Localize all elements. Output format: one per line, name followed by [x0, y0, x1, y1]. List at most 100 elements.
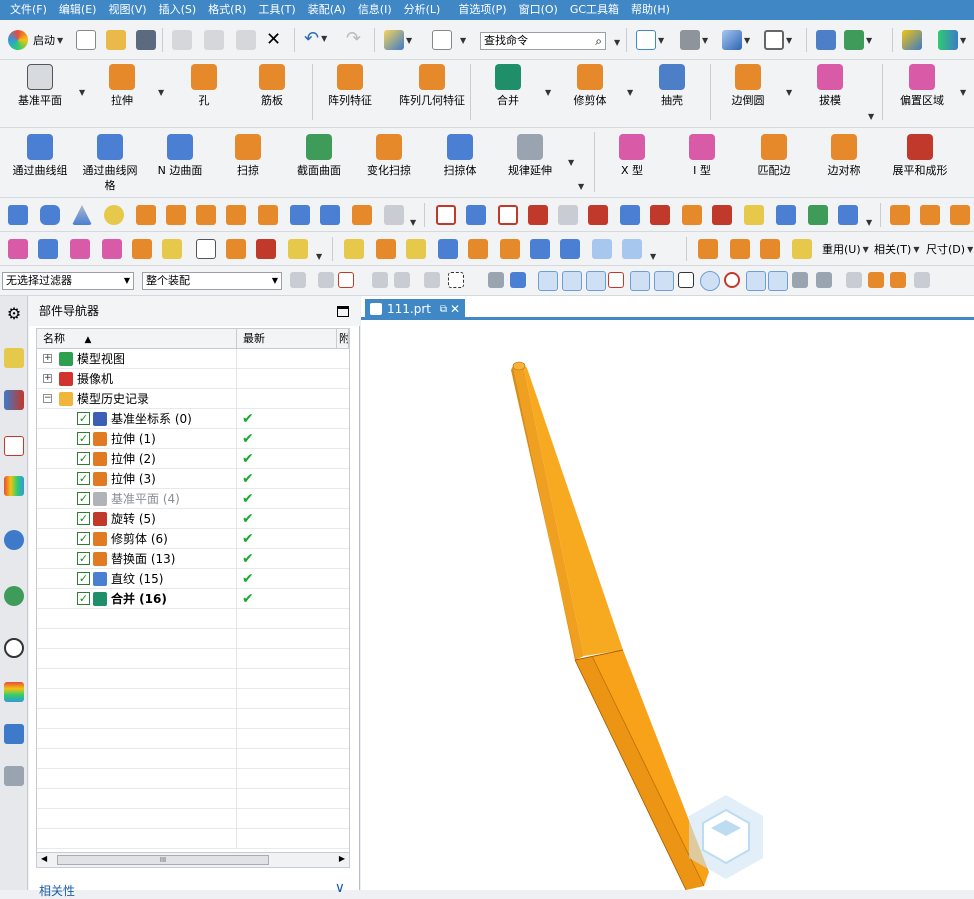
trim-body-button[interactable]: 修剪体: [562, 64, 618, 108]
sew-icon[interactable]: [344, 239, 364, 259]
shell-button[interactable]: 抽壳: [646, 64, 698, 108]
cylinder-icon[interactable]: [40, 205, 60, 225]
scroll-left-icon[interactable]: ◀: [41, 854, 47, 863]
isoparametric-curve-icon[interactable]: [558, 205, 578, 225]
fit-surface-icon[interactable]: [38, 239, 58, 259]
pattern-feature-button[interactable]: 阵列特征: [322, 64, 378, 108]
tree-node[interactable]: ✓ 修剪体 (6) ✔: [37, 529, 349, 549]
assembly-navigator-icon[interactable]: [4, 348, 24, 368]
snap-tangent-icon[interactable]: [678, 272, 694, 288]
variable-offset-icon[interactable]: [438, 239, 458, 259]
array-icon[interactable]: [950, 205, 970, 225]
selection-scope-select[interactable]: 整个装配 ▼: [142, 272, 282, 290]
view-layer-icon[interactable]: [846, 272, 862, 288]
replace-face-tool-icon[interactable]: [792, 239, 812, 259]
shield-face-icon[interactable]: [500, 239, 520, 259]
gear-icon[interactable]: ⚙: [4, 304, 24, 324]
cone-icon[interactable]: [72, 205, 92, 225]
tree-node[interactable]: ✓ 拉伸 (3) ✔: [37, 469, 349, 489]
reuse-library-icon[interactable]: [4, 476, 24, 496]
hole-button[interactable]: 孔: [178, 64, 230, 108]
pattern-face-icon[interactable]: [920, 205, 940, 225]
flatten-form-button[interactable]: 展平和成形: [886, 134, 954, 178]
render-style-button[interactable]: ▼: [680, 30, 708, 50]
pad-icon[interactable]: [196, 205, 216, 225]
expand-icon[interactable]: +: [43, 354, 52, 363]
rib-button[interactable]: 筋板: [246, 64, 298, 108]
tree-node[interactable]: ✓ 基准坐标系 (0) ✔: [37, 409, 349, 429]
chevron-down-icon[interactable]: ∨: [335, 880, 345, 896]
midsurface-icon[interactable]: [196, 239, 216, 259]
model-canvas[interactable]: [361, 320, 974, 890]
snap-on-curve-icon[interactable]: [768, 271, 788, 291]
visibility-checkbox[interactable]: ✓: [77, 432, 90, 445]
tree-node[interactable]: ✓ 旋转 (5) ✔: [37, 509, 349, 529]
groove-icon[interactable]: [258, 205, 278, 225]
tree-node[interactable]: − 模型历史记录: [37, 389, 349, 409]
maximize-icon[interactable]: [337, 306, 349, 317]
close-icon[interactable]: ✕: [450, 299, 460, 320]
visibility-checkbox[interactable]: ✓: [77, 492, 90, 505]
save-icon[interactable]: [136, 30, 156, 50]
collapse-icon[interactable]: −: [43, 394, 52, 403]
trim-sheet-icon[interactable]: [256, 239, 276, 259]
expand-icon[interactable]: +: [43, 374, 52, 383]
select-body-icon[interactable]: [488, 272, 504, 288]
edge-symmetry-button[interactable]: 边对称: [816, 134, 872, 178]
extend-sheet-icon[interactable]: [226, 239, 246, 259]
tree-node[interactable]: ✓ 拉伸 (1) ✔: [37, 429, 349, 449]
snap-face-icon[interactable]: [792, 272, 808, 288]
analysis-icon[interactable]: [890, 272, 906, 288]
constraint-navigator-icon[interactable]: [4, 390, 24, 410]
snap-line-icon[interactable]: [586, 271, 606, 291]
snap-icon[interactable]: [372, 272, 388, 288]
dart-icon[interactable]: [290, 205, 310, 225]
open-file-icon[interactable]: [106, 30, 126, 50]
menu-item-3[interactable]: 插入(S): [153, 0, 203, 20]
patch-icon[interactable]: [102, 239, 122, 259]
pocket-icon[interactable]: [166, 205, 186, 225]
hex-shape-icon[interactable]: [622, 239, 642, 259]
edge-blend-button[interactable]: 边倒圆: [720, 64, 776, 108]
extract-curve-icon[interactable]: [620, 205, 640, 225]
visibility-checkbox[interactable]: ✓: [77, 592, 90, 605]
edit-section-button[interactable]: ▼: [844, 30, 872, 50]
visibility-checkbox[interactable]: ✓: [77, 572, 90, 585]
window-button[interactable]: ▼: [432, 30, 466, 50]
tree-node[interactable]: ✓ 拉伸 (2) ✔: [37, 449, 349, 469]
pattern-geometry-button[interactable]: 阵列几何特征: [398, 64, 466, 108]
filter-icon[interactable]: [318, 272, 334, 288]
snap-existing-point-icon[interactable]: [746, 271, 766, 291]
scroll-right-icon[interactable]: ▶: [339, 854, 345, 863]
visibility-checkbox[interactable]: ✓: [77, 532, 90, 545]
tube-icon[interactable]: [320, 205, 340, 225]
menu-item-6[interactable]: 装配(A): [302, 0, 352, 20]
extrude-button[interactable]: 拉伸: [96, 64, 148, 108]
spline-icon[interactable]: [712, 205, 732, 225]
section-surface-button[interactable]: 截面曲面: [290, 134, 348, 178]
info-icon[interactable]: [4, 530, 24, 550]
divide-face-icon[interactable]: [682, 205, 702, 225]
dimension-menu[interactable]: 尺寸(D) ▼: [926, 241, 973, 257]
offset-face-icon[interactable]: [760, 239, 780, 259]
snap-intersect-icon[interactable]: [630, 271, 650, 291]
select-solid-icon[interactable]: [510, 272, 526, 288]
fit-view-button[interactable]: ▼: [636, 30, 664, 50]
menu-item-1[interactable]: 编辑(E): [53, 0, 103, 20]
tab-111-prt[interactable]: 111.prt ⧉ ✕: [365, 299, 465, 320]
dependencies-panel-header[interactable]: 相关性: [39, 882, 75, 899]
scrollbar-thumb[interactable]: III: [57, 855, 269, 865]
menu-item-5[interactable]: 工具(T): [252, 0, 301, 20]
x-grid-icon[interactable]: [468, 239, 488, 259]
corner-icon[interactable]: [530, 239, 550, 259]
menu-item-8[interactable]: 分析(L): [398, 0, 447, 20]
history-icon[interactable]: [4, 638, 24, 658]
intersection-curve-icon[interactable]: [528, 205, 548, 225]
tree-node[interactable]: ✓ 合并 (16) ✔: [37, 589, 349, 609]
sweep-body-button[interactable]: 扫掠体: [432, 134, 488, 178]
background-button[interactable]: ▼: [764, 30, 792, 50]
draft-button[interactable]: 拔模: [802, 64, 858, 108]
block-icon[interactable]: [8, 205, 28, 225]
measure-icon[interactable]: [868, 272, 884, 288]
spring-icon[interactable]: [384, 205, 404, 225]
